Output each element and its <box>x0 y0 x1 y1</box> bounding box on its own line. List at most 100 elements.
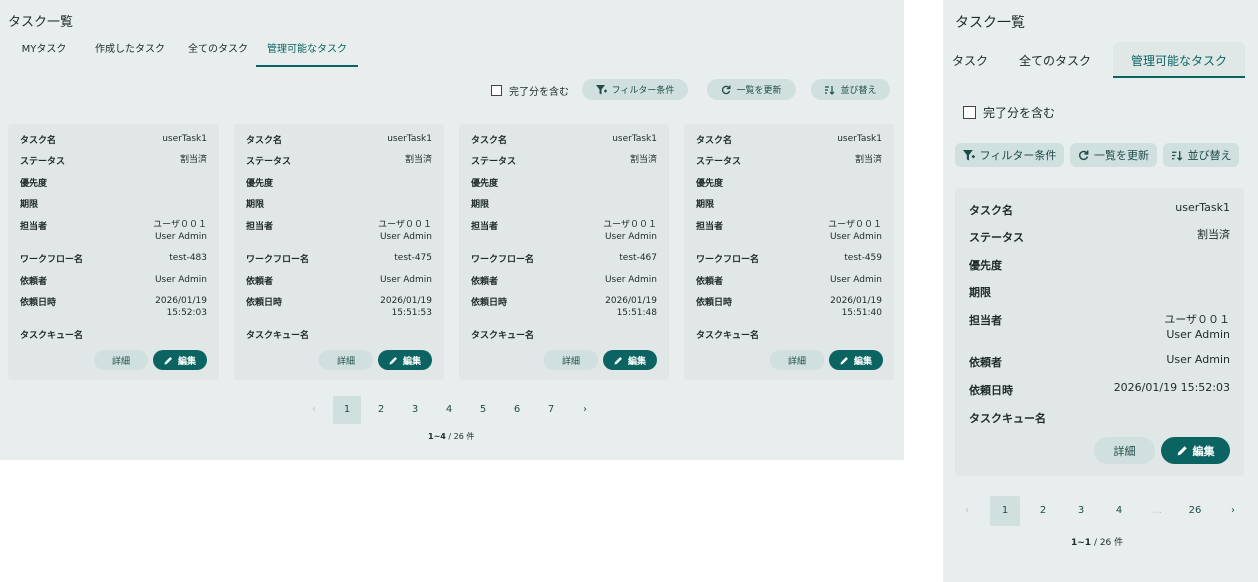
field-priority: 優先度 <box>969 259 1002 272</box>
pencil-icon <box>389 356 397 364</box>
detail-button[interactable]: 詳細 <box>770 350 824 370</box>
next-page-button[interactable]: › <box>571 396 599 424</box>
field-requester: 依頼者 User Admin <box>246 275 432 287</box>
field-priority: 優先度 <box>696 179 724 189</box>
tab-manageable-tasks[interactable]: 管理可能なタスク <box>256 40 358 67</box>
detail-button[interactable]: 詳細 <box>544 350 598 370</box>
checkbox-box[interactable] <box>963 106 976 119</box>
task-list-wide-panel: タスク一覧 MYタスク 作成したタスク 全てのタスク 管理可能なタスク 完了分を… <box>0 0 904 460</box>
page-ellipsis: … <box>1152 505 1162 516</box>
refresh-button[interactable]: 一覧を更新 <box>1070 143 1157 167</box>
include-completed-label: 完了分を含む <box>983 106 1056 120</box>
refresh-button[interactable]: 一覧を更新 <box>707 79 796 100</box>
edit-button[interactable]: 編集 <box>603 350 657 370</box>
field-task-queue: タスクキュー名 <box>969 412 1046 425</box>
field-task-name: タスク名 userTask1 <box>471 134 657 146</box>
filter-icon <box>962 149 975 160</box>
field-requester: 依頼者 User Admin <box>696 275 882 287</box>
field-task-name: タスク名 userTask1 <box>696 134 882 146</box>
prev-page-button[interactable]: ‹ <box>300 396 328 424</box>
field-priority: 優先度 <box>20 179 48 189</box>
next-page-button[interactable]: › <box>1218 496 1248 526</box>
field-assignee: 担当者 ユーザ００１ User Admin <box>246 220 432 242</box>
tab-all-tasks[interactable]: 全てのタスク <box>180 40 256 67</box>
pencil-icon <box>164 356 172 364</box>
field-task-name: タスク名 userTask1 <box>246 134 432 146</box>
task-card: タスク名 userTask1 ステータス 割当済 優先度 期限 担当者 ユーザ００１ U… <box>955 188 1244 476</box>
field-requester: 依頼者 User Admin <box>20 275 207 287</box>
page-button[interactable]: 4 <box>1104 496 1134 526</box>
task-card: タスク名 userTask1 ステータス 割当済 優先度 期限 担当者 ユーザ００１ U… <box>684 124 894 380</box>
edit-button[interactable]: 編集 <box>1161 437 1230 464</box>
page-button[interactable]: 5 <box>469 396 497 424</box>
pagination: ‹ 1 2 3 4 … 26 › <box>952 496 1248 526</box>
result-count: 1~4 / 26 件 <box>428 432 475 441</box>
include-completed-checkbox[interactable]: 完了分を含む <box>491 83 569 98</box>
tab-tasks[interactable]: タスク <box>943 42 997 78</box>
page-title: タスク一覧 <box>955 15 1025 31</box>
page-button[interactable]: 1 <box>333 396 361 424</box>
refresh-icon <box>1079 150 1089 160</box>
tab-bar: タスク 全てのタスク 管理可能なタスク <box>943 42 1245 78</box>
prev-page-button[interactable]: ‹ <box>952 496 982 526</box>
field-task-queue: タスクキュー名 <box>471 331 535 341</box>
detail-button[interactable]: 詳細 <box>1094 437 1155 464</box>
task-card: タスク名 userTask1 ステータス 割当済 優先度 期限 担当者 ユーザ００１ U… <box>459 124 669 380</box>
field-assignee: 担当者 ユーザ００１ User Admin <box>969 313 1230 341</box>
page-button[interactable]: 2 <box>1028 496 1058 526</box>
task-card: タスク名 userTask1 ステータス 割当済 優先度 期限 担当者 ユーザ００１ U… <box>8 124 219 380</box>
task-list-narrow-panel: タスク一覧 タスク 全てのタスク 管理可能なタスク 完了分を含む フィルター条件… <box>943 0 1258 582</box>
include-completed-checkbox[interactable]: 完了分を含む <box>963 104 1055 121</box>
detail-button[interactable]: 詳細 <box>319 350 373 370</box>
field-request-date: 依頼日時 2026/01/19 15:51:48 <box>471 296 657 318</box>
include-completed-label: 完了分を含む <box>509 87 569 98</box>
field-priority: 優先度 <box>246 179 274 189</box>
field-workflow: ワークフロー名 test-483 <box>20 253 207 265</box>
filter-button[interactable]: フィルター条件 <box>582 79 688 100</box>
edit-button[interactable]: 編集 <box>829 350 883 370</box>
field-deadline: 期限 <box>969 286 991 299</box>
field-deadline: 期限 <box>696 200 715 210</box>
field-task-name: タスク名 userTask1 <box>20 134 207 146</box>
field-request-date: 依頼日時 2026/01/19 15:51:53 <box>246 296 432 318</box>
page-button[interactable]: 4 <box>435 396 463 424</box>
field-request-date: 依頼日時 2026/01/19 15:52:03 <box>969 381 1230 398</box>
tab-all-tasks[interactable]: 全てのタスク <box>997 42 1113 78</box>
pencil-icon <box>614 356 622 364</box>
field-requester: 依頼者 User Admin <box>471 275 657 287</box>
field-priority: 優先度 <box>471 179 499 189</box>
sort-icon <box>1171 150 1182 161</box>
field-status: ステータス 割当済 <box>969 228 1230 245</box>
page-button[interactable]: 2 <box>367 396 395 424</box>
tab-bar: MYタスク 作成したタスク 全てのタスク 管理可能なタスク <box>8 40 358 67</box>
field-workflow: ワークフロー名 test-475 <box>246 253 432 265</box>
tab-created-tasks[interactable]: 作成したタスク <box>80 40 180 67</box>
field-deadline: 期限 <box>246 200 265 210</box>
field-workflow: ワークフロー名 test-459 <box>696 253 882 265</box>
checkbox-box[interactable] <box>491 85 502 96</box>
field-request-date: 依頼日時 2026/01/19 15:51:40 <box>696 296 882 318</box>
page-button[interactable]: 1 <box>990 496 1020 526</box>
filter-button[interactable]: フィルター条件 <box>955 143 1064 167</box>
tab-my-tasks[interactable]: MYタスク <box>8 40 80 67</box>
sort-button[interactable]: 並び替え <box>1163 143 1239 167</box>
edit-button[interactable]: 編集 <box>153 350 207 370</box>
page-button[interactable]: 3 <box>401 396 429 424</box>
field-deadline: 期限 <box>20 200 39 210</box>
detail-button[interactable]: 詳細 <box>94 350 148 370</box>
sort-button[interactable]: 並び替え <box>811 79 890 100</box>
sort-icon <box>825 85 835 95</box>
edit-button[interactable]: 編集 <box>378 350 432 370</box>
field-request-date: 依頼日時 2026/01/19 15:52:03 <box>20 296 207 318</box>
page-button[interactable]: 7 <box>537 396 565 424</box>
page-button[interactable]: 26 <box>1180 496 1210 526</box>
tab-manageable-tasks[interactable]: 管理可能なタスク <box>1113 42 1245 78</box>
page-title: タスク一覧 <box>8 15 74 30</box>
filter-icon <box>595 84 607 94</box>
field-task-name: タスク名 userTask1 <box>969 201 1230 218</box>
field-assignee: 担当者 ユーザ００１ User Admin <box>20 220 207 242</box>
task-card: タスク名 userTask1 ステータス 割当済 優先度 期限 担当者 ユーザ００１ U… <box>234 124 444 380</box>
pagination: ‹ 1 2 3 4 5 6 7 › <box>300 396 599 424</box>
page-button[interactable]: 6 <box>503 396 531 424</box>
page-button[interactable]: 3 <box>1066 496 1096 526</box>
